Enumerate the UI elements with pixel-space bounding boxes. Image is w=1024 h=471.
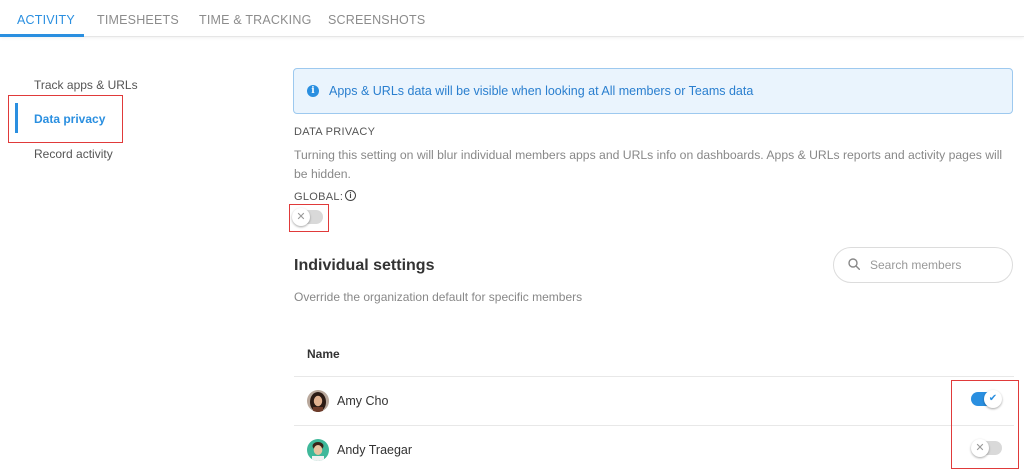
individual-settings-title: Individual settings — [294, 257, 435, 274]
avatar-amy-cho — [307, 390, 329, 412]
table-row-divider — [294, 425, 1014, 426]
member-name-amy-cho: Amy Cho — [337, 394, 389, 408]
highlight-box-member-toggles — [951, 380, 1019, 469]
sidebar-item-track-apps-urls[interactable]: Track apps & URLs — [34, 78, 138, 92]
highlight-box-sidebar — [8, 95, 123, 143]
search-icon — [848, 258, 860, 270]
global-label: GLOBAL: — [294, 191, 344, 203]
sidebar-item-record-activity[interactable]: Record activity — [34, 147, 113, 161]
tab-timesheets[interactable]: TIMESHEETS — [97, 13, 179, 27]
active-tab-indicator — [0, 34, 84, 37]
member-name-andy-traegar: Andy Traegar — [337, 443, 413, 457]
individual-settings-subtitle: Override the organization default for sp… — [294, 290, 583, 304]
column-header-name: Name — [307, 347, 340, 361]
highlight-box-global-toggle — [289, 204, 329, 232]
info-icon: i — [307, 85, 319, 97]
section-title: DATA PRIVACY — [294, 126, 376, 138]
privacy-description: Turning this setting on will blur indivi… — [294, 148, 1003, 181]
search-members-input[interactable] — [870, 256, 1006, 274]
info-banner: i Apps & URLs data will be visible when … — [293, 68, 1013, 114]
table-divider — [294, 376, 1014, 377]
banner-text: Apps & URLs data will be visible when lo… — [329, 84, 754, 98]
tab-time-tracking[interactable]: TIME & TRACKING — [199, 13, 312, 27]
global-info-icon[interactable]: i — [345, 190, 356, 201]
search-box — [833, 247, 1013, 283]
tab-bar: ACTIVITY TIMESHEETS TIME & TRACKING SCRE… — [0, 0, 1024, 37]
tab-activity[interactable]: ACTIVITY — [17, 13, 75, 27]
avatar-andy-traegar — [307, 439, 329, 461]
tab-screenshots[interactable]: SCREENSHOTS — [328, 13, 425, 27]
